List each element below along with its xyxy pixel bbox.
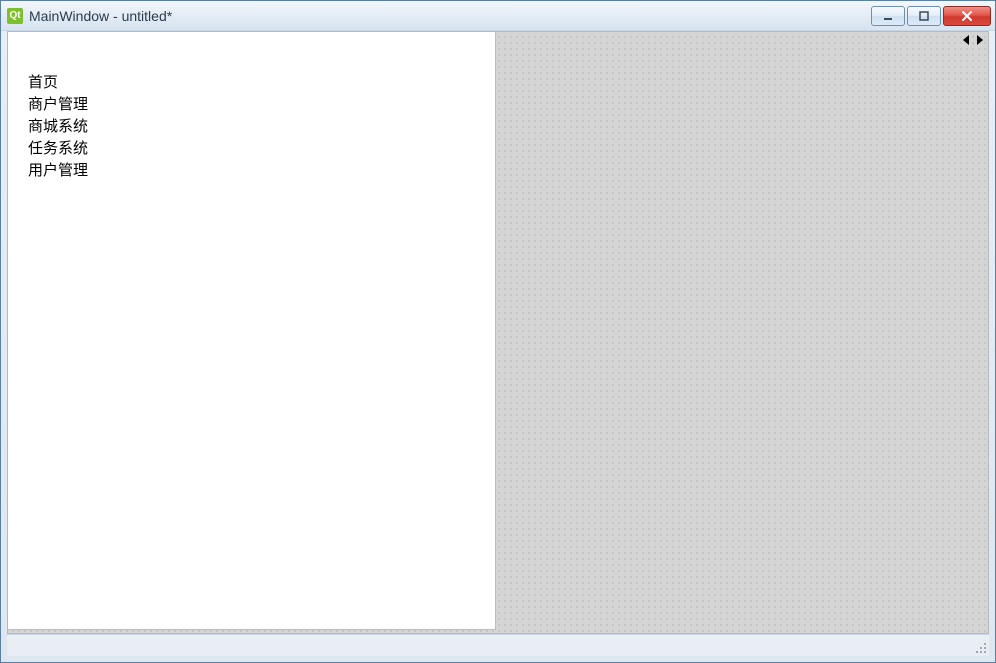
close-icon [960, 10, 974, 22]
size-grip[interactable] [971, 638, 987, 654]
list-container: 首页 商户管理 商城系统 任务系统 用户管理 [8, 32, 495, 182]
designer-nav-arrows [962, 34, 984, 46]
maximize-icon [918, 10, 930, 22]
list-widget[interactable]: 首页 商户管理 商城系统 任务系统 用户管理 [8, 32, 496, 630]
qt-app-icon: Qt [7, 8, 23, 24]
main-window: Qt MainWindow - untitled* [0, 0, 996, 663]
designer-canvas[interactable]: 首页 商户管理 商城系统 任务系统 用户管理 [7, 31, 989, 634]
title-bar: Qt MainWindow - untitled* [1, 1, 995, 31]
nav-right-button[interactable] [974, 34, 984, 46]
triangle-right-icon [975, 35, 983, 45]
status-bar [7, 634, 989, 656]
maximize-button[interactable] [907, 6, 941, 26]
triangle-left-icon [963, 35, 971, 45]
window-title: MainWindow - untitled* [29, 8, 172, 24]
list-item[interactable]: 商城系统 [28, 116, 495, 138]
minimize-button[interactable] [871, 6, 905, 26]
list-item[interactable]: 任务系统 [28, 138, 495, 160]
window-controls [871, 6, 993, 26]
list-item[interactable]: 用户管理 [28, 160, 495, 182]
list-item[interactable]: 首页 [28, 72, 495, 94]
nav-left-button[interactable] [962, 34, 972, 46]
client-area: 首页 商户管理 商城系统 任务系统 用户管理 [7, 31, 989, 656]
list-item[interactable]: 商户管理 [28, 94, 495, 116]
minimize-icon [882, 10, 894, 22]
close-button[interactable] [943, 6, 991, 26]
